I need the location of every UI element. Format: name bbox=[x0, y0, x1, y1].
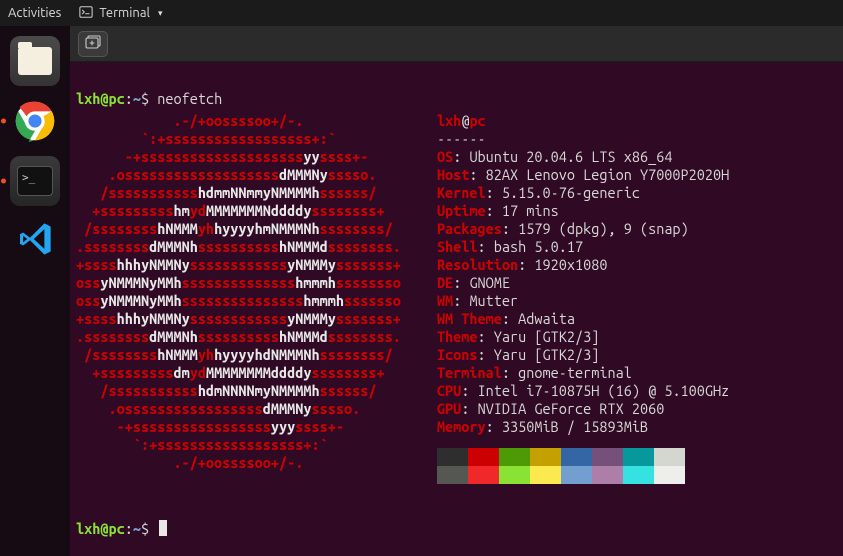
dock: >_ bbox=[0, 26, 70, 556]
color-swatch bbox=[530, 448, 561, 466]
window-header bbox=[70, 26, 843, 62]
info-wm: WM: Mutter bbox=[437, 292, 729, 310]
new-tab-button[interactable] bbox=[78, 31, 108, 57]
new-tab-icon bbox=[85, 35, 101, 53]
info-cpu: CPU: Intel i7-10875H (16) @ 5.100GHz bbox=[437, 382, 729, 400]
prompt-path: ~ bbox=[133, 90, 141, 107]
color-swatch bbox=[623, 448, 654, 466]
color-swatch bbox=[468, 466, 499, 484]
info-packages: Packages: 1579 (dpkg), 9 (snap) bbox=[437, 220, 729, 238]
info-wm-theme: WM Theme: Adwaita bbox=[437, 310, 729, 328]
info-de: DE: GNOME bbox=[437, 274, 729, 292]
color-swatch bbox=[654, 466, 685, 484]
prompt-line-2: lxh@pc:~$ bbox=[76, 520, 157, 537]
system-info: lxh@pc------OS: Ubuntu 20.04.6 LTS x86_6… bbox=[437, 112, 729, 484]
info-os: OS: Ubuntu 20.04.6 LTS x86_64 bbox=[437, 148, 729, 166]
cursor bbox=[159, 520, 167, 536]
dock-item-terminal[interactable]: >_ bbox=[10, 156, 60, 206]
color-swatch bbox=[468, 448, 499, 466]
color-swatch bbox=[561, 448, 592, 466]
dock-item-vscode[interactable] bbox=[10, 216, 60, 266]
info-icons: Icons: Yaru [GTK2/3] bbox=[437, 346, 729, 364]
neofetch-output: .-/+oossssoo+/-. `:+ssssssssssssssssss+:… bbox=[76, 112, 837, 484]
activities-button[interactable]: Activities bbox=[8, 6, 61, 20]
info-separator: ------ bbox=[437, 130, 729, 148]
chrome-icon bbox=[14, 100, 56, 142]
prompt-host: pc bbox=[109, 90, 125, 107]
terminal-app-icon: >_ bbox=[17, 166, 53, 196]
ascii-logo: .-/+oossssoo+/-. `:+ssssssssssssssssss+:… bbox=[76, 112, 409, 472]
activities-label: Activities bbox=[8, 6, 61, 20]
command: neofetch bbox=[157, 90, 222, 107]
color-swatch bbox=[623, 466, 654, 484]
info-shell: Shell: bash 5.0.17 bbox=[437, 238, 729, 256]
appmenu-label: Terminal bbox=[99, 6, 150, 20]
color-swatch bbox=[437, 466, 468, 484]
prompt-user: lxh bbox=[76, 90, 100, 107]
chevron-down-icon: ▾ bbox=[158, 8, 163, 19]
info-host: Host: 82AX Lenovo Legion Y7000P2020H bbox=[437, 166, 729, 184]
dock-item-chrome[interactable] bbox=[10, 96, 60, 146]
terminal-body[interactable]: lxh@pc:~$ neofetch .-/+oossssoo+/-. `:+s… bbox=[70, 62, 843, 556]
info-terminal: Terminal: gnome-terminal bbox=[437, 364, 729, 382]
info-theme: Theme: Yaru [GTK2/3] bbox=[437, 328, 729, 346]
color-swatch bbox=[437, 448, 468, 466]
info-kernel: Kernel: 5.15.0-76-generic bbox=[437, 184, 729, 202]
color-swatch bbox=[561, 466, 592, 484]
color-swatch bbox=[499, 466, 530, 484]
appmenu-button[interactable]: Terminal ▾ bbox=[79, 5, 162, 22]
vscode-icon bbox=[15, 219, 55, 263]
prompt-at: @ bbox=[100, 90, 108, 107]
color-swatch bbox=[592, 448, 623, 466]
prompt-line-1: lxh@pc:~$ bbox=[76, 90, 157, 107]
folder-icon bbox=[18, 47, 52, 75]
terminal-icon bbox=[79, 5, 93, 22]
terminal-window: lxh@pc:~$ neofetch .-/+oossssoo+/-. `:+s… bbox=[70, 26, 843, 556]
info-resolution: Resolution: 1920x1080 bbox=[437, 256, 729, 274]
color-swatch bbox=[592, 466, 623, 484]
info-memory: Memory: 3350MiB / 15893MiB bbox=[437, 418, 729, 436]
info-userhost: lxh@pc bbox=[437, 112, 729, 130]
color-swatch bbox=[530, 466, 561, 484]
dock-item-files[interactable] bbox=[10, 36, 60, 86]
color-swatch bbox=[499, 448, 530, 466]
info-gpu: GPU: NVIDIA GeForce RTX 2060 bbox=[437, 400, 729, 418]
color-palette bbox=[437, 448, 685, 484]
info-uptime: Uptime: 17 mins bbox=[437, 202, 729, 220]
gnome-topbar: Activities Terminal ▾ bbox=[0, 0, 843, 26]
color-swatch bbox=[654, 448, 685, 466]
